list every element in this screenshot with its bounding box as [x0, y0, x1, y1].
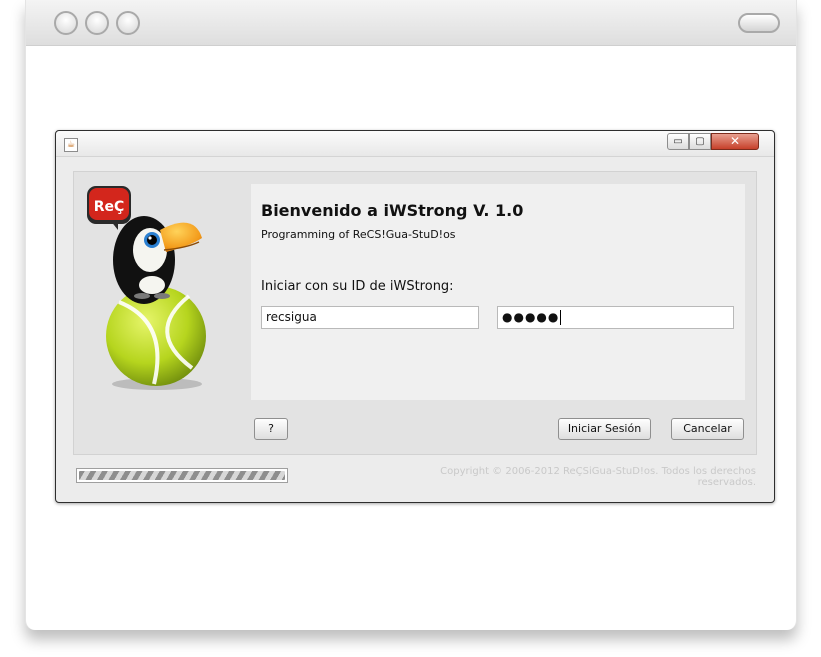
logo-area: ReÇ — [74, 172, 249, 392]
toucan-logo-icon: ReÇ — [87, 186, 206, 390]
login-button[interactable]: Iniciar Sesión — [558, 418, 651, 440]
close-button[interactable]: ✕ — [711, 133, 759, 150]
welcome-subtitle: Programming of ReCS!Gua-StuD!os — [261, 228, 456, 241]
outer-titlebar — [26, 0, 796, 46]
progress-bar — [76, 468, 288, 483]
help-button[interactable]: ? — [254, 418, 288, 440]
login-window-titlebar: ☕ ▭ ▢ ✕ — [56, 131, 774, 157]
close-icon: ✕ — [729, 134, 741, 148]
outer-close-button[interactable] — [54, 11, 78, 35]
copyright-text: Copyright © 2006-2012 ReÇSiGua-StuD!os. … — [440, 466, 756, 488]
welcome-panel: Bienvenido a iWStrong V. 1.0 Programming… — [251, 184, 745, 400]
login-window: ☕ ▭ ▢ ✕ ReÇ Bienvenido a iWStrong V. 1.0… — [55, 130, 775, 503]
progress-fill — [79, 471, 285, 480]
login-id-label: Iniciar con su ID de iWStrong: — [261, 279, 454, 294]
username-field[interactable]: recsigua — [261, 306, 479, 329]
badge-text: ReÇ — [94, 199, 125, 215]
password-field[interactable]: ●●●●● — [497, 306, 734, 329]
outer-minimize-button[interactable] — [85, 11, 109, 35]
welcome-title: Bienvenido a iWStrong V. 1.0 — [261, 201, 524, 220]
text-caret — [560, 310, 562, 325]
outer-toolbar-toggle[interactable] — [738, 13, 780, 33]
minimize-button[interactable]: ▭ — [667, 133, 689, 150]
java-cup-icon: ☕ — [64, 138, 78, 152]
password-value: ●●●●● — [502, 310, 560, 324]
maximize-icon: ▢ — [695, 136, 705, 147]
cancel-button[interactable]: Cancelar — [671, 418, 744, 440]
outer-zoom-button[interactable] — [116, 11, 140, 35]
minimize-icon: ▭ — [673, 136, 683, 147]
maximize-button[interactable]: ▢ — [689, 133, 711, 150]
content-panel: ReÇ Bienvenido a iWStrong V. 1.0 Program… — [73, 171, 757, 455]
